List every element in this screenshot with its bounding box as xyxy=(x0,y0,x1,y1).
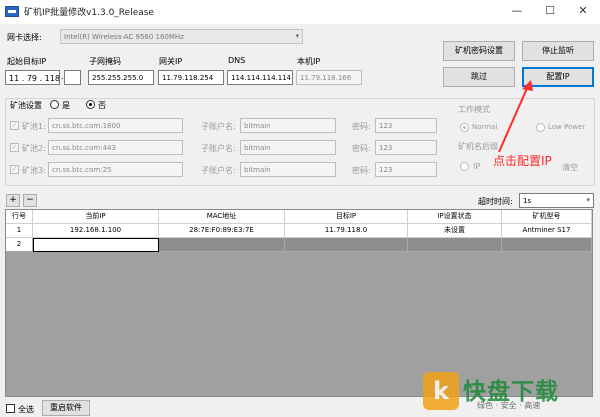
miner-table[interactable]: 行号 当前IP MAC地址 目标IP IP设置状态 矿机型号 1 192.168… xyxy=(5,209,593,397)
subnet-mask-label: 子网掩码 xyxy=(89,57,121,66)
watermark-logo-icon: k xyxy=(423,372,459,410)
subnet-mask-input[interactable]: 255.255.255.0 xyxy=(88,70,154,85)
select-all-checkbox[interactable] xyxy=(6,404,15,413)
low-power-label: Low Power xyxy=(548,123,586,131)
chevron-down-icon: ▾ xyxy=(586,196,590,204)
pool-no-radio[interactable] xyxy=(86,100,95,109)
pool-2-password-input[interactable]: 123 xyxy=(375,140,437,155)
pool-1-sub-label: 子账户名: xyxy=(201,122,236,131)
pool-3-url-input[interactable]: cn.ss.btc.com:25 xyxy=(48,162,183,177)
pool-3-password-input[interactable]: 123 xyxy=(375,162,437,177)
nic-select[interactable]: Intel(R) Wireless-AC 9560 160MHz ▾ xyxy=(60,29,303,44)
pool-2-url-input[interactable]: cn.ss.btc.com:443 xyxy=(48,140,183,155)
pool-2-sub-label: 子账户名: xyxy=(201,144,236,153)
pool-1-password-label: 密码: xyxy=(352,122,371,131)
table-cell[interactable]: 2 xyxy=(6,238,33,252)
watermark-logo: k 快盘下载 绿色 · 安全 · 高速 xyxy=(423,372,595,412)
suffix-ip-label: IP xyxy=(473,162,481,171)
table-cell[interactable] xyxy=(159,238,285,252)
column-header[interactable]: 矿机型号 xyxy=(502,210,592,224)
local-ip-field: 11.79.118.166 xyxy=(296,70,362,85)
annotation-text: 点击配置IP xyxy=(493,154,552,168)
table-cell[interactable]: Antminer S17 xyxy=(502,224,592,238)
pool-2-label: 矿池2: xyxy=(22,144,46,153)
add-row-button[interactable]: + xyxy=(6,194,20,207)
pool-1-checkbox[interactable]: ✓ xyxy=(10,121,19,130)
local-ip-label: 本机IP xyxy=(297,57,321,66)
select-all-label: 全选 xyxy=(18,405,34,414)
suffix-ip-radio[interactable] xyxy=(460,162,469,171)
normal-mode-radio[interactable] xyxy=(460,123,469,132)
suffix-clear-label: 清空 xyxy=(562,163,578,172)
stop-listen-button[interactable]: 停止监听 xyxy=(522,41,594,61)
gateway-label: 网关IP xyxy=(159,57,183,66)
work-mode-label: 工作模式 xyxy=(458,105,490,114)
chevron-down-icon: ▾ xyxy=(295,32,299,40)
start-ip-segment-3[interactable]: 118 xyxy=(45,74,59,83)
window-title: 矿机IP批量修改v1.3.0_Release xyxy=(24,8,154,18)
table-cell[interactable]: 1 xyxy=(6,224,33,238)
column-header[interactable]: MAC地址 xyxy=(159,210,285,224)
pool-yes-radio[interactable] xyxy=(50,100,59,109)
start-ip-label: 起始目标IP xyxy=(7,57,47,66)
title-bar: 矿机IP批量修改v1.3.0_Release — ☐ ✕ xyxy=(0,0,600,24)
column-header[interactable]: 行号 xyxy=(6,210,33,224)
column-header[interactable]: 当前IP xyxy=(33,210,159,224)
table-cell[interactable]: 未设置 xyxy=(408,224,502,238)
table-row-selected[interactable]: 2 xyxy=(6,238,592,252)
pool-no-label: 否 xyxy=(98,101,106,110)
maximize-icon[interactable]: ☐ xyxy=(534,0,566,24)
timeout-value: 1s xyxy=(523,197,532,205)
pool-2-password-label: 密码: xyxy=(352,144,371,153)
pool-2-sub-input[interactable]: bitmain xyxy=(240,140,336,155)
table-row[interactable]: 1 192.168.1.100 28:7E:F0:89:E3:7E 11.79.… xyxy=(6,224,592,238)
table-cell-editor[interactable] xyxy=(33,238,159,252)
table-cell[interactable] xyxy=(502,238,592,252)
timeout-select[interactable]: 1s ▾ xyxy=(519,193,594,208)
start-ip-segment-1[interactable]: 11 xyxy=(9,74,19,83)
pool-3-sub-input[interactable]: bitmain xyxy=(240,162,336,177)
pool-settings-label: 矿池设置 xyxy=(10,101,42,110)
column-header[interactable]: 目标IP xyxy=(285,210,408,224)
close-icon[interactable]: ✕ xyxy=(567,0,599,24)
table-cell[interactable]: 11.79.118.0 xyxy=(285,224,408,238)
start-ip-input[interactable]: 11 . 79 . 118 xyxy=(5,70,60,85)
pool-yes-label: 是 xyxy=(62,101,70,110)
table-header-row: 行号 当前IP MAC地址 目标IP IP设置状态 矿机型号 xyxy=(6,210,592,224)
app-icon xyxy=(5,6,19,17)
nic-label: 网卡选择: xyxy=(7,33,42,42)
pool-1-password-input[interactable]: 123 xyxy=(375,118,437,133)
miner-password-button[interactable]: 矿机密码设置 xyxy=(443,41,515,61)
low-power-radio[interactable] xyxy=(536,123,545,132)
pool-3-sub-label: 子账户名: xyxy=(201,166,236,175)
dns-input[interactable]: 114.114.114.114 xyxy=(227,70,293,85)
pool-1-label: 矿池1: xyxy=(22,122,46,131)
restart-button[interactable]: 重启软件 xyxy=(42,400,90,416)
table-cell[interactable] xyxy=(285,238,408,252)
pool-2-checkbox[interactable]: ✓ xyxy=(10,143,19,152)
pool-3-checkbox[interactable]: ✓ xyxy=(10,165,19,174)
pool-3-password-label: 密码: xyxy=(352,166,371,175)
minimize-icon[interactable]: — xyxy=(501,0,533,24)
table-cell[interactable]: 28:7E:F0:89:E3:7E xyxy=(159,224,285,238)
watermark-slogan: 绿色 · 安全 · 高速 xyxy=(477,401,541,410)
column-header[interactable]: IP设置状态 xyxy=(408,210,502,224)
table-cell[interactable]: 192.168.1.100 xyxy=(33,224,159,238)
timeout-label: 超时时间: xyxy=(478,197,513,206)
remove-row-button[interactable]: − xyxy=(23,194,37,207)
table-cell[interactable] xyxy=(408,238,502,252)
nic-value: Intel(R) Wireless-AC 9560 160MHz xyxy=(64,33,184,41)
app-window: 矿机IP批量修改v1.3.0_Release — ☐ ✕ 网卡选择: Intel… xyxy=(0,0,600,417)
pool-1-url-input[interactable]: cn.ss.btc.com:1800 xyxy=(48,118,183,133)
dns-label: DNS xyxy=(228,56,246,65)
start-ip-segment-2[interactable]: 79 xyxy=(27,74,37,83)
pool-3-label: 矿池3: xyxy=(22,166,46,175)
pool-1-sub-input[interactable]: bitmain xyxy=(240,118,336,133)
gateway-input[interactable]: 11.79.118.254 xyxy=(158,70,224,85)
normal-mode-label: Normal xyxy=(472,123,498,131)
annotation-arrow-icon xyxy=(498,80,533,153)
start-ip-segment-4[interactable] xyxy=(64,70,81,85)
miner-suffix-label: 矿机名后缀 xyxy=(458,142,498,151)
